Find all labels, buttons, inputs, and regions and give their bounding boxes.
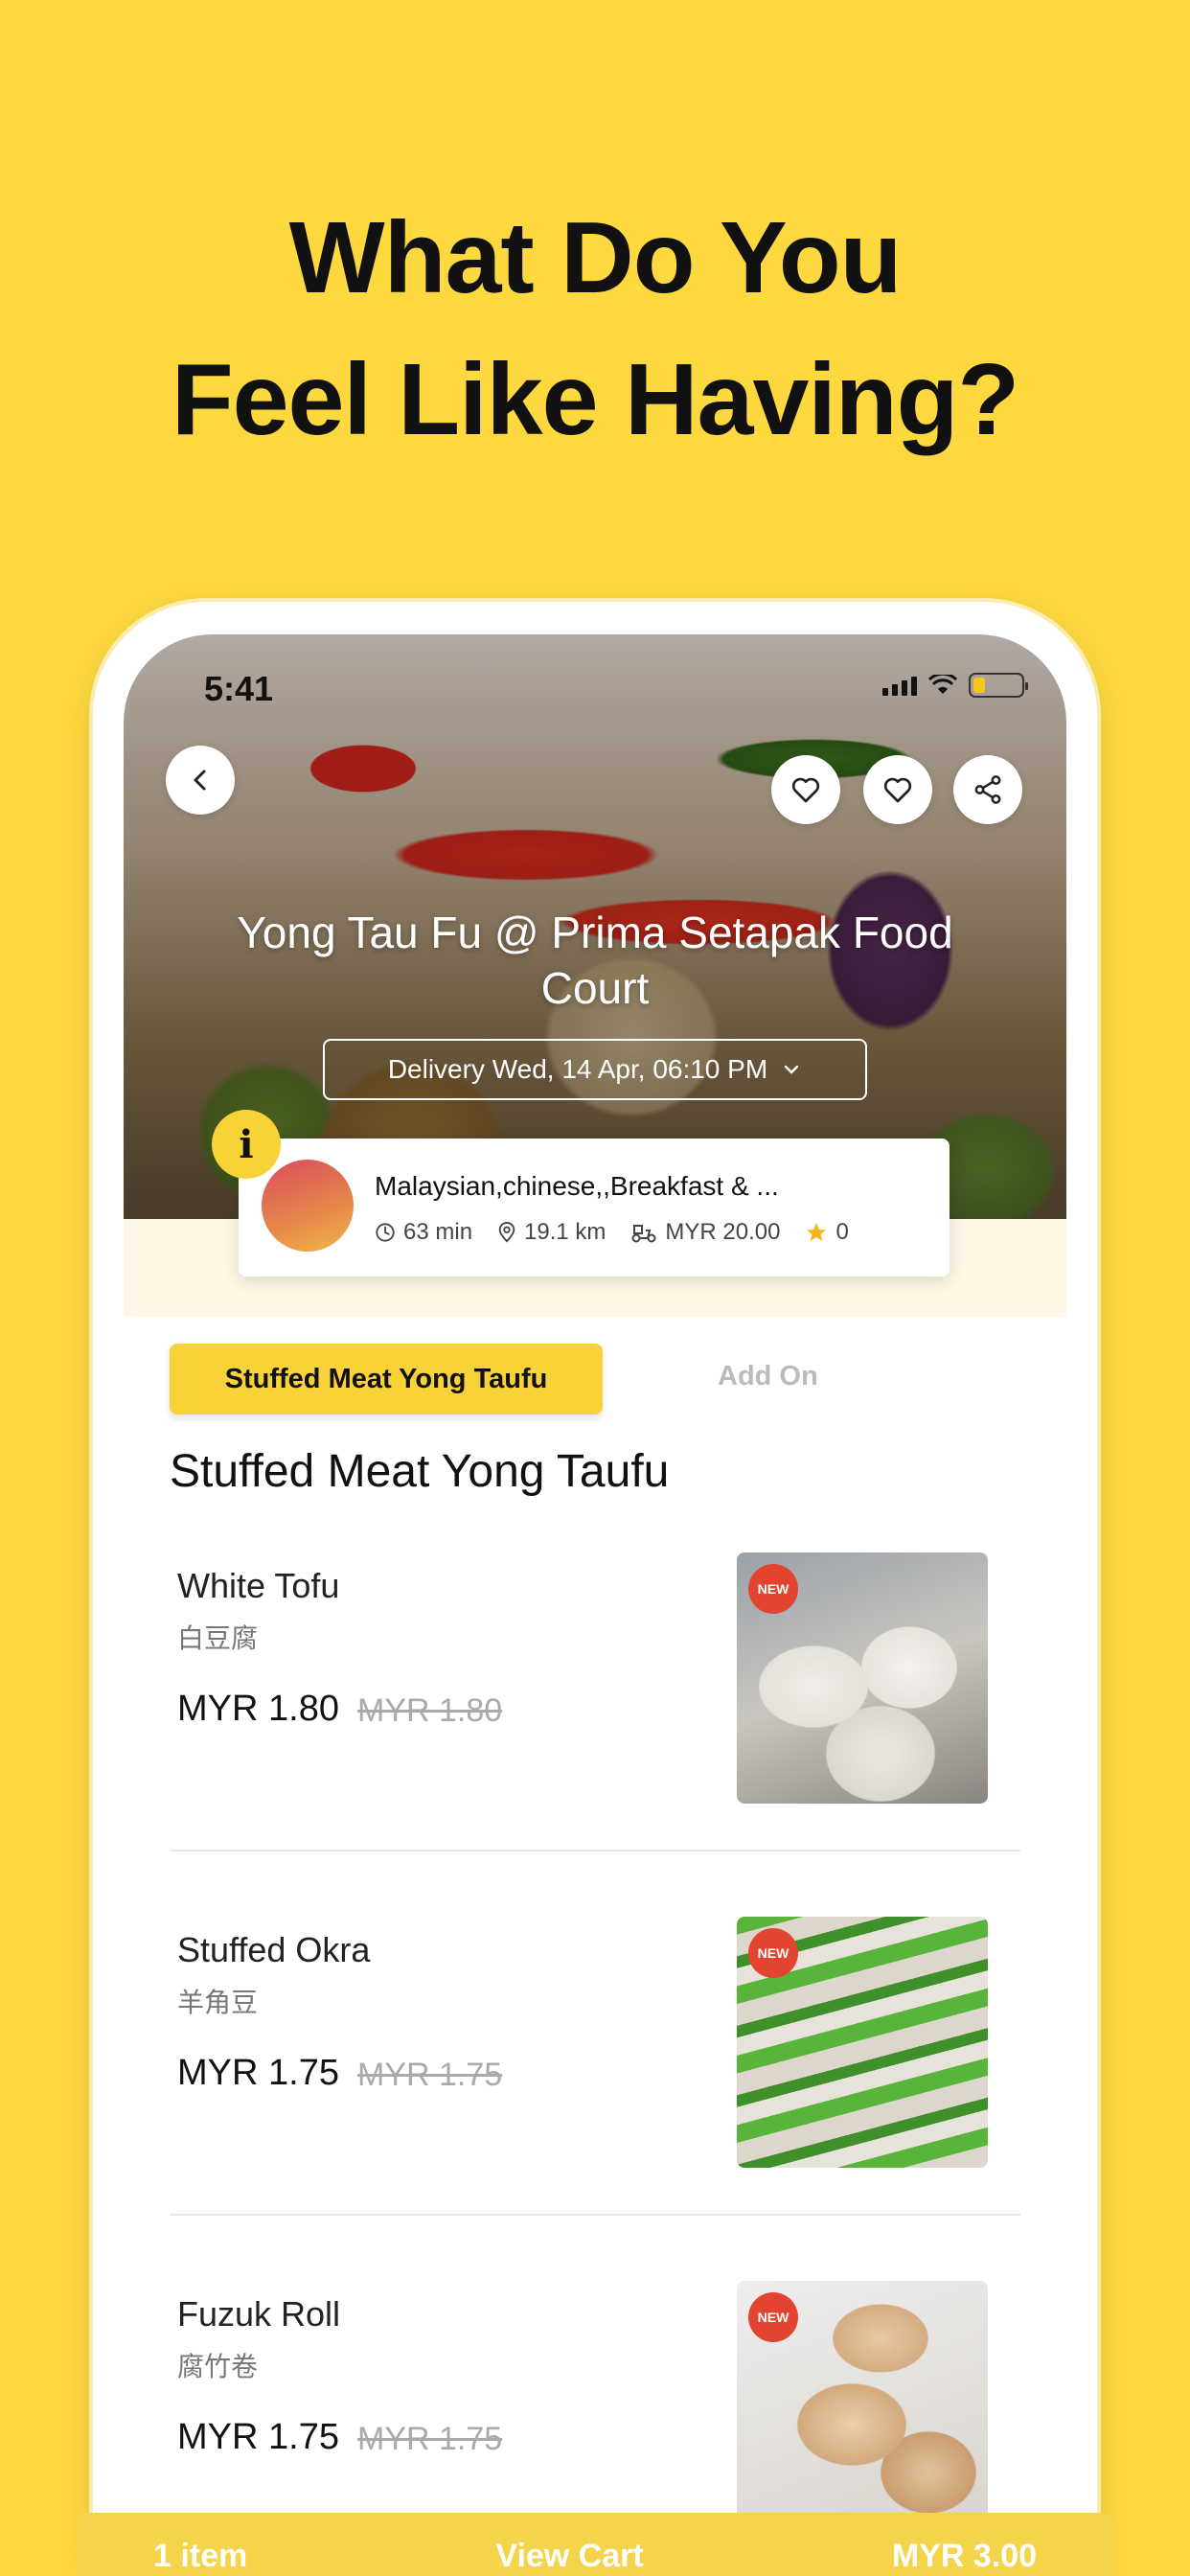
headline-line-1: What Do You (288, 201, 903, 314)
heart-icon (883, 777, 912, 803)
wifi-icon (928, 675, 957, 694)
item-name: Fuzuk Roll (177, 2294, 341, 2334)
item-price: MYR 1.75 (177, 2417, 339, 2457)
distance-value: 19.1 km (524, 1219, 606, 1245)
scooter-icon (631, 1225, 656, 1243)
cart-label: View Cart (495, 2537, 644, 2574)
cellular-signal-icon (882, 675, 917, 696)
item-original-price: MYR 1.75 (357, 2057, 503, 2093)
item-original-price: MYR 1.75 (357, 2421, 503, 2457)
delivery-fee: MYR 20.00 (630, 1219, 780, 1246)
section-title: Stuffed Meat Yong Taufu (170, 1446, 670, 1497)
item-chinese-name: 羊角豆 (177, 1988, 259, 2017)
item-name: Stuffed Okra (177, 1930, 371, 1969)
item-divider (170, 2214, 1020, 2216)
item-price: MYR 1.80 (177, 1689, 339, 1729)
distance: 19.1 km (497, 1219, 606, 1246)
delivery-time-label: Delivery Wed, 14 Apr, 06:10 PM (387, 1054, 768, 1084)
location-pin-icon (498, 1222, 515, 1243)
item-image[interactable]: NEW (737, 2281, 988, 2532)
view-cart-button[interactable]: 1 item View Cart MYR 3.00 (77, 2513, 1113, 2576)
item-name: White Tofu (177, 1566, 340, 1605)
cart-item-count: 1 item (153, 2537, 248, 2574)
chevron-down-icon (784, 1065, 799, 1074)
star-icon (807, 1223, 827, 1241)
phone-screen: 5:41 Yong Tau Fu @ Prima Setapak Food Co… (124, 634, 1066, 2576)
item-image[interactable]: NEW (737, 1917, 988, 2168)
restaurant-info-card[interactable]: Malaysian,chinese,,Breakfast & ... 63 mi… (239, 1138, 950, 1276)
item-chinese-name: 白豆腐 (177, 1623, 259, 1653)
cart-total: MYR 3.00 (891, 2537, 1037, 2574)
tab-add-on[interactable]: Add On (718, 1361, 818, 1392)
status-time: 5:41 (204, 669, 274, 708)
item-original-price: MYR 1.80 (357, 1692, 503, 1729)
menu-item-stuffed-okra[interactable]: Stuffed Okra 羊角豆 MYR 1.75 MYR 1.75 NEW (170, 1917, 1020, 2281)
headline: What Do You Feel Like Having? (0, 187, 1190, 471)
new-badge: NEW (748, 1564, 798, 1614)
item-image[interactable]: NEW (737, 1552, 988, 1804)
rating: 0 (805, 1219, 849, 1246)
restaurant-logo (262, 1160, 354, 1252)
favorite-button[interactable] (771, 755, 840, 824)
tab-stuffed-meat-yong-taufu[interactable]: Stuffed Meat Yong Taufu (170, 1344, 603, 1414)
duration-value: 63 min (403, 1219, 473, 1245)
new-badge: NEW (748, 2292, 798, 2342)
back-button[interactable] (166, 746, 235, 815)
battery-icon (969, 673, 1028, 698)
clock-icon (376, 1223, 395, 1242)
share-button[interactable] (953, 755, 1022, 824)
new-badge: NEW (748, 1928, 798, 1978)
item-price: MYR 1.75 (177, 2053, 339, 2093)
phone-frame: 5:41 Yong Tau Fu @ Prima Setapak Food Co… (93, 602, 1097, 2576)
rating-value: 0 (835, 1219, 849, 1245)
restaurant-meta: 63 min 19.1 km MYR 20.00 0 (375, 1219, 849, 1246)
chevron-left-icon (194, 770, 206, 791)
info-icon[interactable]: i (212, 1110, 281, 1179)
item-chinese-name: 腐竹卷 (177, 2352, 259, 2381)
item-divider (170, 1850, 1020, 1852)
delivery-fee-value: MYR 20.00 (665, 1219, 781, 1245)
status-icons (882, 673, 1028, 698)
heart-icon (791, 777, 820, 803)
headline-line-2: Feel Like Having? (171, 343, 1019, 456)
delivery-duration: 63 min (375, 1219, 472, 1246)
like-button[interactable] (863, 755, 932, 824)
delivery-time-selector[interactable]: Delivery Wed, 14 Apr, 06:10 PM (323, 1039, 867, 1100)
share-icon (974, 775, 1001, 804)
restaurant-name: Yong Tau Fu @ Prima Setapak Food Court (237, 908, 953, 1013)
menu-item-white-tofu[interactable]: White Tofu 白豆腐 MYR 1.80 MYR 1.80 NEW (170, 1552, 1020, 1917)
cuisine-label: Malaysian,chinese,,Breakfast & ... (375, 1171, 779, 1201)
